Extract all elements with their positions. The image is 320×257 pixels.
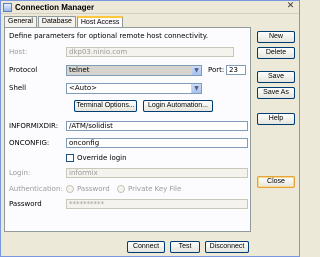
host-field[interactable]: dkp03.ninio.com	[66, 47, 234, 57]
close-window-icon[interactable]: ✕	[285, 2, 296, 12]
override-login-checkbox[interactable]	[66, 154, 74, 162]
password-radio-label: Password	[77, 185, 110, 193]
password-label: Password	[9, 200, 42, 208]
port-field[interactable]: 23	[226, 65, 246, 75]
login-automation-button[interactable]: Login Automation...	[143, 100, 213, 112]
informixdir-field[interactable]: /ATM/solidist	[66, 121, 248, 131]
tab-general[interactable]: General	[4, 16, 37, 27]
protocol-select[interactable]: telnet ▼	[66, 65, 202, 76]
terminal-options-button[interactable]: Terminal Options...	[74, 100, 137, 112]
port-label: Port:	[208, 66, 225, 74]
host-label: Host:	[9, 48, 28, 56]
host-access-panel: Define parameters for optional remote ho…	[4, 27, 251, 232]
shell-select[interactable]: <Auto> ▼	[66, 83, 202, 94]
disconnect-button[interactable]: Disconnect	[205, 241, 249, 253]
shell-label: Shell	[9, 84, 27, 92]
close-button[interactable]: Close	[257, 176, 295, 188]
save-as-button[interactable]: Save As	[257, 87, 295, 99]
delete-button[interactable]: Delete	[257, 47, 295, 59]
login-label: Login:	[9, 169, 31, 177]
new-button[interactable]: New	[257, 31, 295, 43]
override-login-label: Override login	[77, 154, 127, 162]
window-title: Connection Manager	[15, 2, 95, 12]
onconfig-label: ONCONFIG:	[9, 139, 50, 147]
password-field[interactable]: **********	[66, 199, 248, 209]
password-radio[interactable]	[66, 185, 74, 193]
tab-database[interactable]: Database	[37, 16, 76, 27]
help-button[interactable]: Help	[257, 113, 295, 125]
informixdir-label: INFORMIXDIR:	[9, 122, 59, 130]
chevron-down-icon: ▼	[191, 84, 201, 93]
authentication-label: Authentication:	[9, 185, 63, 193]
panel-description: Define parameters for optional remote ho…	[9, 32, 209, 40]
shell-value: <Auto>	[69, 84, 97, 92]
app-icon	[3, 2, 12, 12]
save-button[interactable]: Save	[257, 71, 295, 83]
connect-button[interactable]: Connect	[127, 241, 165, 253]
protocol-label: Protocol	[9, 66, 38, 74]
private-key-radio[interactable]	[117, 185, 125, 193]
login-field[interactable]: informix	[66, 168, 248, 178]
protocol-value: telnet	[69, 66, 90, 74]
connection-manager-window: Connection Manager ✕ General Database Ho…	[0, 0, 300, 257]
tab-bar: General Database Host Access	[4, 16, 124, 28]
title-bar: Connection Manager ✕	[1, 1, 299, 14]
test-button[interactable]: Test	[170, 241, 200, 253]
chevron-down-icon: ▼	[191, 66, 201, 75]
private-key-radio-label: Private Key File	[128, 185, 182, 193]
onconfig-field[interactable]: onconfig	[66, 138, 248, 148]
